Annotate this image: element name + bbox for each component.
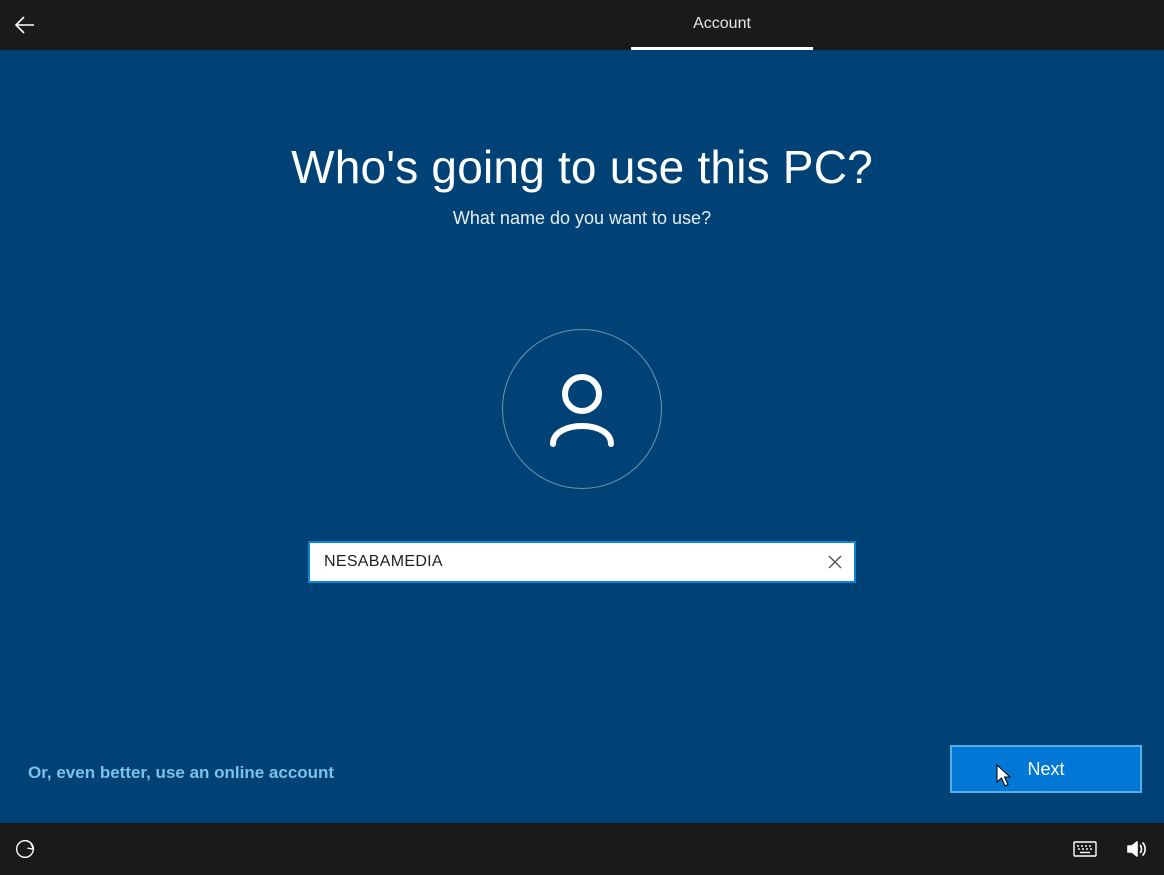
clear-x-icon xyxy=(827,554,843,570)
page-title: Who's going to use this PC? xyxy=(0,140,1164,194)
next-button-label: Next xyxy=(1027,759,1064,780)
clear-input-button[interactable] xyxy=(814,541,856,583)
ease-of-access-button[interactable] xyxy=(10,834,40,864)
user-avatar-icon xyxy=(537,364,627,454)
ease-of-access-icon xyxy=(15,839,35,859)
volume-button[interactable] xyxy=(1122,834,1152,864)
tab-account-label: Account xyxy=(693,15,751,33)
step-tabs: Account xyxy=(351,0,813,50)
back-button[interactable] xyxy=(0,0,50,50)
name-field xyxy=(308,541,856,583)
page-subtitle: What name do you want to use? xyxy=(0,208,1164,229)
keyboard-icon xyxy=(1073,841,1097,857)
tab-account[interactable]: Account xyxy=(631,0,813,50)
on-screen-keyboard-button[interactable] xyxy=(1070,834,1100,864)
status-bar xyxy=(0,823,1164,875)
volume-icon xyxy=(1126,839,1148,859)
use-online-account-link[interactable]: Or, even better, use an online account xyxy=(28,763,334,783)
user-avatar xyxy=(502,329,662,489)
title-bar: Account xyxy=(0,0,1164,50)
back-arrow-icon xyxy=(13,13,37,37)
next-button[interactable]: Next xyxy=(950,745,1142,793)
name-input[interactable] xyxy=(308,541,856,583)
main-panel: Who's going to use this PC? What name do… xyxy=(0,50,1164,823)
